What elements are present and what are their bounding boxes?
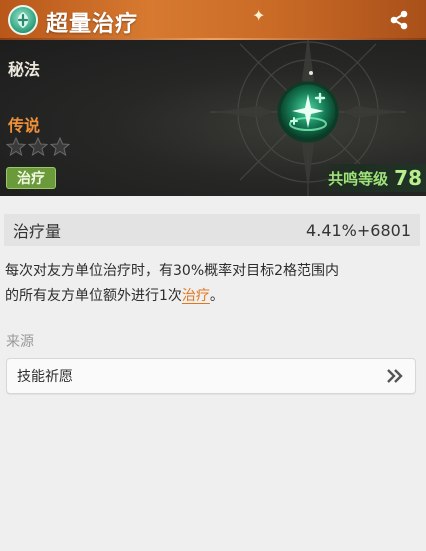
type-tag: 治疗	[6, 167, 56, 189]
resonance-label: 共鸣等级	[328, 169, 389, 188]
stat-row: 治疗量 4.41%+6801	[4, 214, 420, 246]
skill-category: 秘法	[8, 60, 41, 79]
star-rating	[6, 137, 70, 157]
page-title: 超量治疗	[46, 12, 139, 37]
empty-star-icon	[50, 137, 70, 157]
description-line-2-prefix: 的所有友方单位额外进行1次	[5, 288, 182, 304]
empty-star-icon	[28, 137, 48, 157]
rarity-label: 传说	[8, 116, 41, 135]
share-button[interactable]	[386, 8, 412, 32]
description-line-1: 每次对友方单位治疗时，有30%概率对目标2格范围内	[5, 263, 340, 279]
healing-sparkle-orb-icon	[276, 80, 340, 144]
description-line-2: 的所有友方单位额外进行1次治疗。	[5, 284, 419, 309]
header-bar: 超量治疗 ✦	[0, 0, 426, 40]
skill-banner: 秘法 传说 治疗 共鸣等级 78	[0, 40, 426, 196]
stat-value: 4.41%+6801	[306, 220, 411, 240]
empty-star-icon	[6, 137, 26, 157]
source-item-label: 技能祈愿	[17, 369, 73, 385]
orb-dot	[309, 71, 313, 75]
skill-description: 每次对友方单位治疗时，有30%概率对目标2格范围内 的所有友方单位额外进行1次治…	[5, 259, 419, 309]
stat-label: 治疗量	[13, 222, 62, 241]
description-line-2-suffix: 。	[209, 288, 224, 304]
resonance-level: 共鸣等级 78	[316, 164, 426, 192]
source-label: 来源	[6, 334, 34, 350]
keyword-link-heal[interactable]: 治疗	[182, 288, 210, 304]
double-chevron-right-icon	[385, 368, 405, 384]
sparkle-icon: ✦	[252, 6, 266, 25]
heal-emblem-icon	[8, 5, 38, 35]
share-icon	[390, 10, 408, 30]
resonance-value: 78	[394, 166, 422, 190]
source-item-button[interactable]: 技能祈愿	[6, 358, 416, 394]
